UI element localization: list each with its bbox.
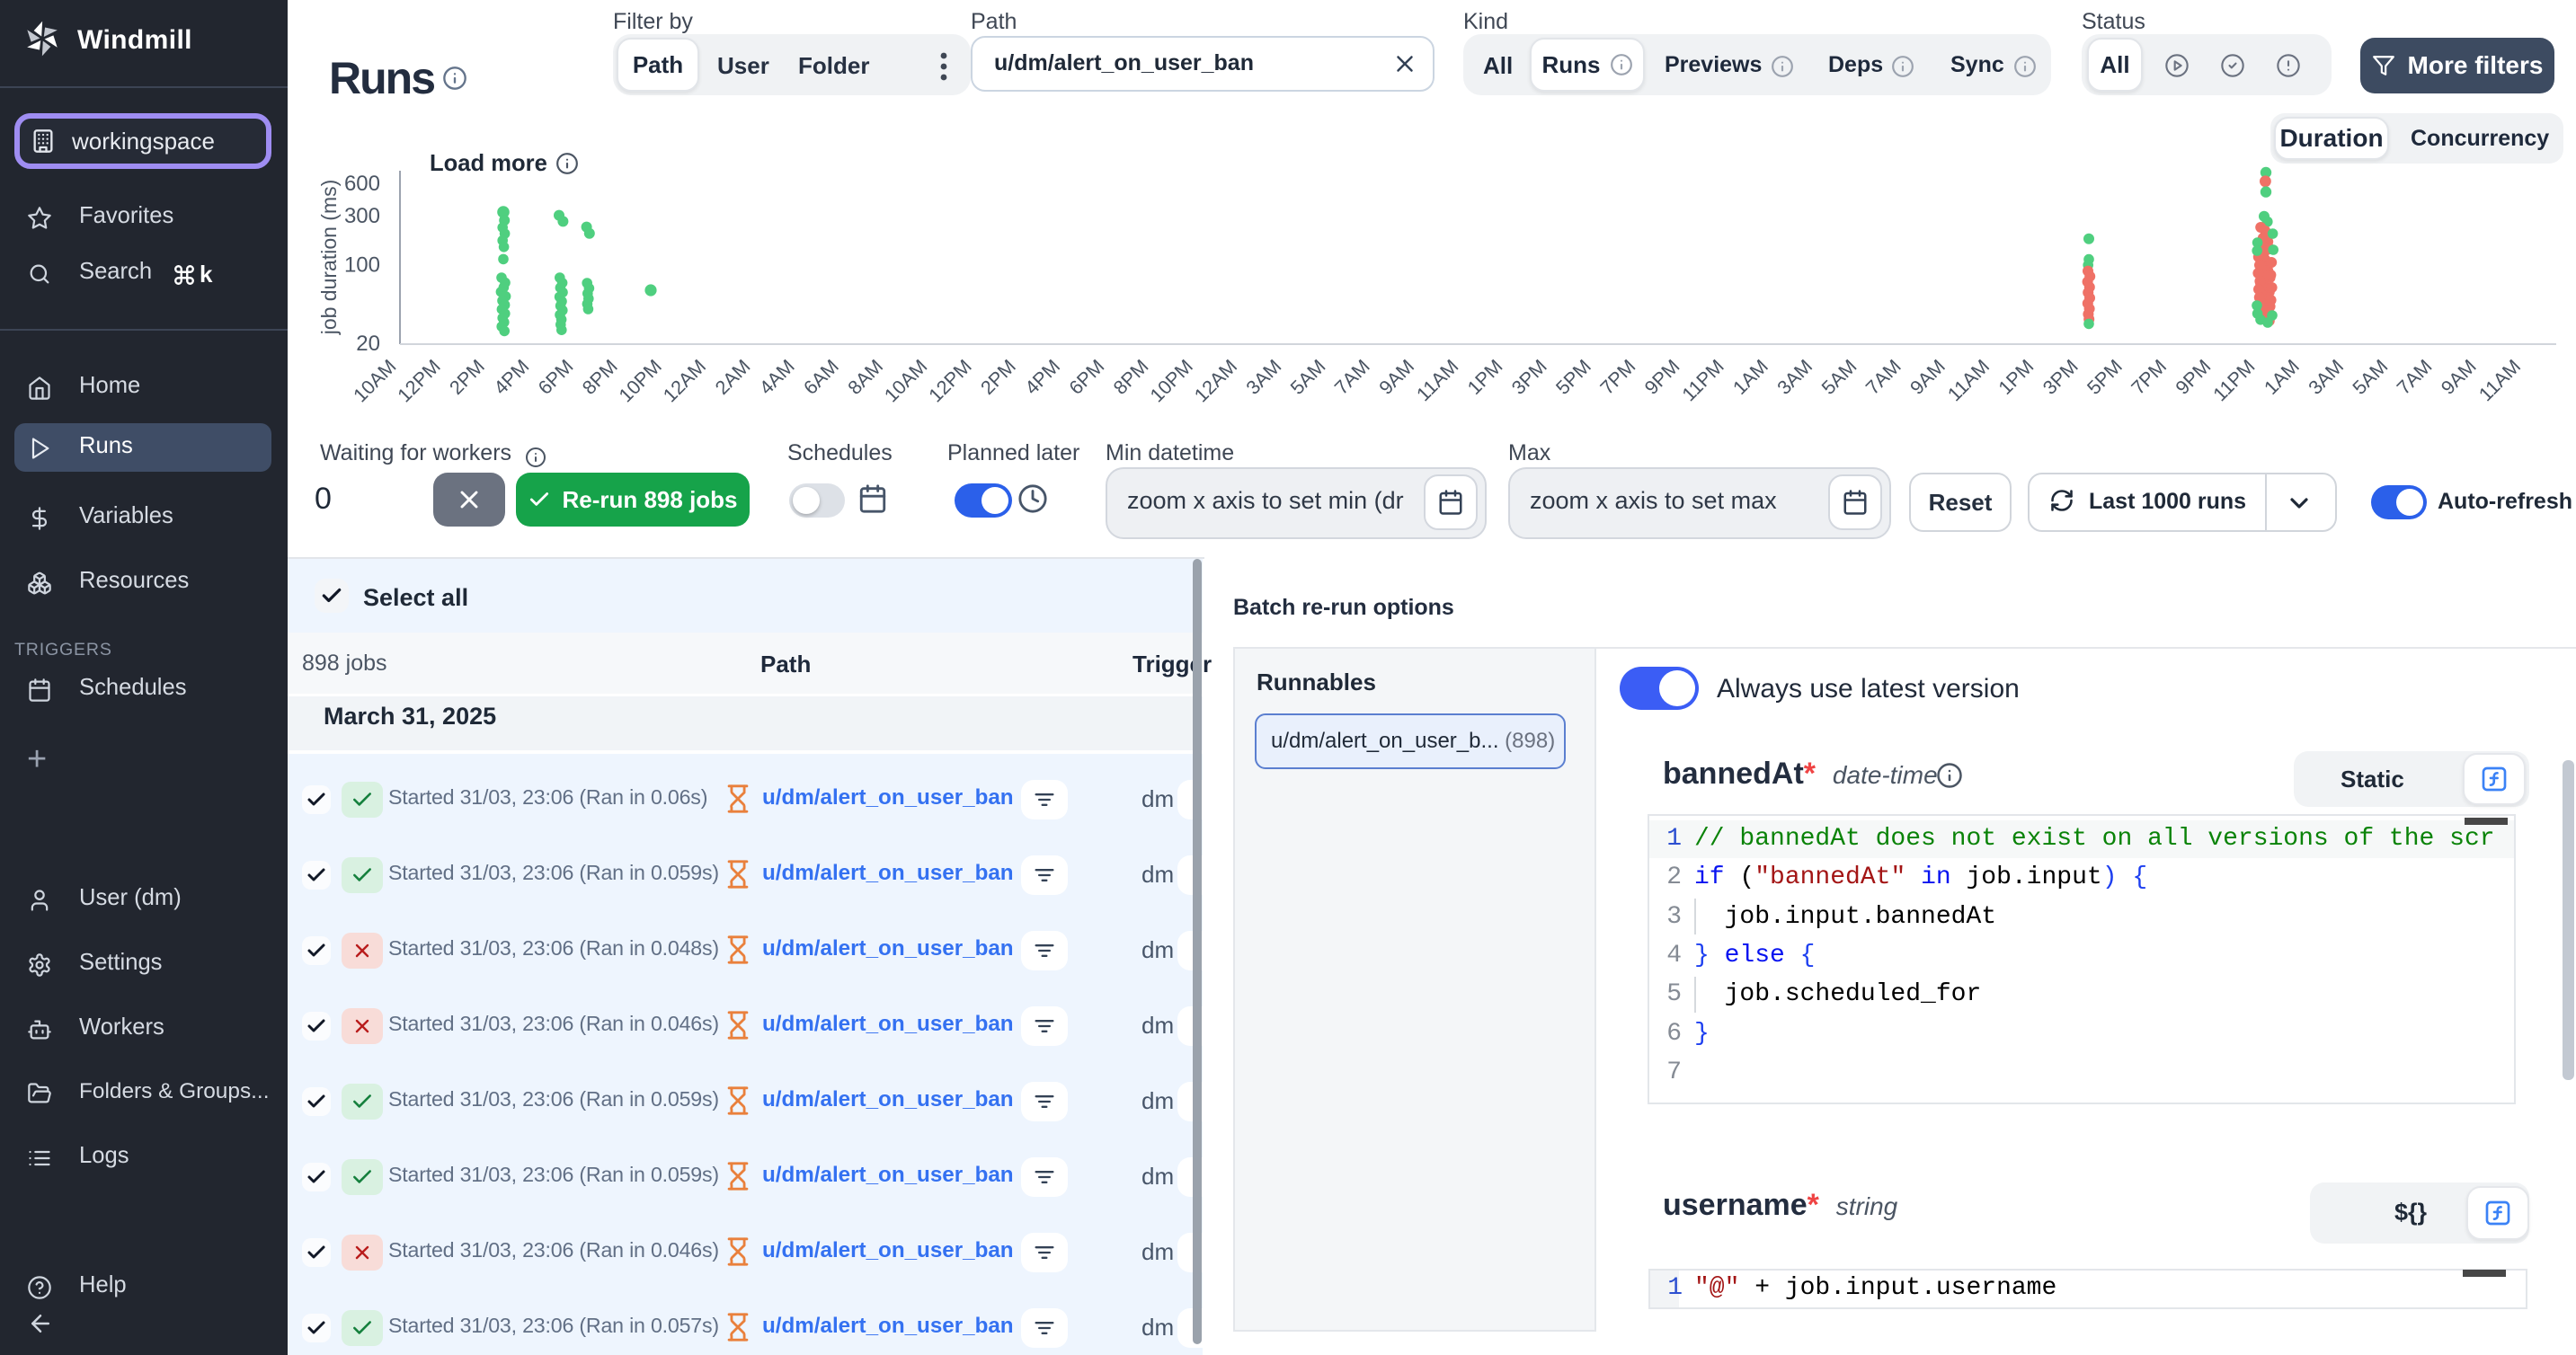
svg-text:9PM: 9PM [2171,355,2215,399]
svg-text:12AM: 12AM [659,355,711,407]
svg-text:5AM: 5AM [2348,355,2392,399]
svg-text:5PM: 5PM [2083,355,2127,399]
svg-text:10AM: 10AM [880,355,932,407]
svg-text:9AM: 9AM [1374,355,1418,399]
svg-text:11AM: 11AM [1412,355,1462,405]
svg-text:1PM: 1PM [1994,355,2038,399]
svg-text:7AM: 7AM [2392,355,2436,399]
svg-text:12PM: 12PM [393,355,445,407]
svg-text:6AM: 6AM [799,355,843,399]
svg-text:4PM: 4PM [489,355,533,399]
svg-text:2PM: 2PM [445,355,489,399]
svg-text:4PM: 4PM [1020,355,1064,399]
svg-text:11PM: 11PM [2208,355,2259,405]
svg-text:11AM: 11AM [2474,355,2525,405]
svg-text:10PM: 10PM [1145,355,1197,407]
svg-text:11PM: 11PM [1677,355,1728,405]
svg-text:3AM: 3AM [2304,355,2348,399]
svg-text:11AM: 11AM [1943,355,1994,405]
svg-text:job duration (ms): job duration (ms) [317,180,341,336]
svg-text:2PM: 2PM [976,355,1020,399]
svg-text:1AM: 1AM [1728,355,1772,399]
svg-text:7PM: 7PM [2127,355,2171,399]
svg-text:10PM: 10PM [614,355,666,407]
svg-text:5PM: 5PM [1551,355,1595,399]
svg-text:10AM: 10AM [349,355,401,407]
svg-text:6PM: 6PM [1064,355,1108,399]
svg-text:3AM: 3AM [1772,355,1817,399]
svg-text:9AM: 9AM [1905,355,1950,399]
svg-text:9PM: 9PM [1639,355,1683,399]
svg-text:600: 600 [344,172,380,196]
svg-text:5AM: 5AM [1285,355,1329,399]
svg-text:7PM: 7PM [1595,355,1639,399]
svg-text:6PM: 6PM [533,355,577,399]
svg-text:3PM: 3PM [1507,355,1551,399]
svg-text:5AM: 5AM [1817,355,1861,399]
svg-text:20: 20 [356,332,380,356]
svg-text:4AM: 4AM [755,355,799,399]
svg-text:1AM: 1AM [2260,355,2304,399]
svg-text:7AM: 7AM [1330,355,1374,399]
svg-text:2AM: 2AM [710,355,754,399]
svg-text:7AM: 7AM [1861,355,1905,399]
svg-text:1PM: 1PM [1462,355,1506,399]
svg-text:300: 300 [344,204,380,228]
svg-text:3AM: 3AM [1241,355,1285,399]
svg-text:12AM: 12AM [1190,355,1242,407]
svg-text:100: 100 [344,253,380,278]
svg-text:9AM: 9AM [2437,355,2481,399]
svg-text:12PM: 12PM [924,355,976,407]
svg-text:3PM: 3PM [2039,355,2083,399]
